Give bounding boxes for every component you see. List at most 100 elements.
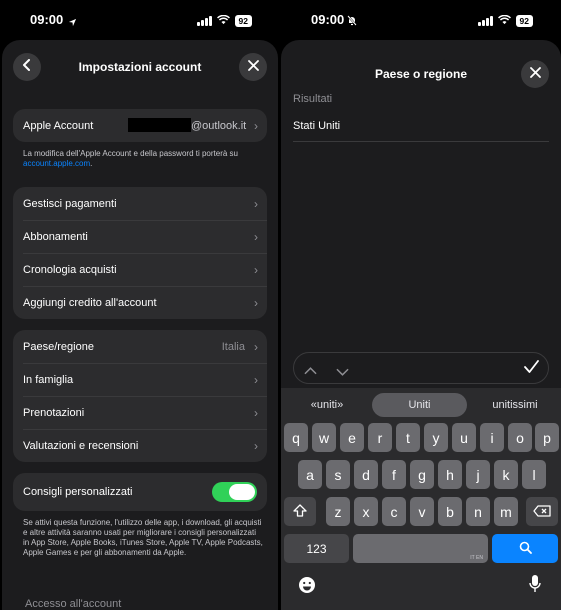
chevron-right-icon: › xyxy=(254,372,258,387)
apple-account-label: Apple Account xyxy=(23,119,94,132)
email-suffix: @outlook.it xyxy=(191,119,247,132)
key-d[interactable]: d xyxy=(354,460,378,489)
shift-icon xyxy=(293,503,307,520)
key-f[interactable]: f xyxy=(382,460,406,489)
key-v[interactable]: v xyxy=(410,497,434,526)
chevron-right-icon: › xyxy=(254,339,258,354)
key-x[interactable]: x xyxy=(354,497,378,526)
personalized-toggle[interactable] xyxy=(212,482,257,502)
key-b[interactable]: b xyxy=(438,497,462,526)
add-credit-row[interactable]: Aggiungi credito all'account › xyxy=(13,286,267,319)
suggestion-item-selected[interactable]: Uniti xyxy=(372,393,467,417)
purchase-history-row[interactable]: Cronologia acquisti › xyxy=(13,253,267,286)
key-a[interactable]: a xyxy=(298,460,322,489)
key-t[interactable]: t xyxy=(396,423,420,452)
keyboard-bottom-bar xyxy=(281,558,561,610)
key-y[interactable]: y xyxy=(424,423,448,452)
key-z[interactable]: z xyxy=(326,497,350,526)
apple-account-group: Apple Account @outlook.it › xyxy=(13,109,267,142)
delete-icon xyxy=(533,504,551,520)
suggestion-item[interactable]: «uniti» xyxy=(293,393,361,417)
key-h[interactable]: h xyxy=(438,460,462,489)
bell-slash-icon xyxy=(347,13,357,31)
account-note-text: La modifica dell'Apple Account e della p… xyxy=(23,149,238,158)
subscriptions-row[interactable]: Abbonamenti › xyxy=(13,220,267,253)
battery-indicator: 92 xyxy=(515,15,533,27)
result-item[interactable]: Stati Uniti xyxy=(293,120,549,142)
location-arrow-icon xyxy=(68,14,77,32)
reservations-row[interactable]: Prenotazioni › xyxy=(13,396,267,429)
wifi-icon xyxy=(216,12,230,30)
key-u[interactable]: u xyxy=(452,423,476,452)
country-region-screen: 09:00 92 Paese o regione Risultati Stati… xyxy=(281,0,561,610)
chevron-right-icon: › xyxy=(254,438,258,453)
personalized-note: Se attivi questa funzione, l'utilizzo de… xyxy=(23,518,263,557)
emoji-icon[interactable] xyxy=(298,576,316,599)
results-label: Risultati xyxy=(293,93,333,105)
key-w[interactable]: w xyxy=(312,423,336,452)
checkmark-icon[interactable] xyxy=(524,360,539,379)
status-time: 09:00 xyxy=(311,12,345,27)
key-l[interactable]: l xyxy=(522,460,546,489)
row-label: Cronologia acquisti xyxy=(23,263,117,276)
status-bar: 09:00 92 xyxy=(281,0,561,40)
suggestion-bar: «uniti» Uniti unitissimi xyxy=(281,393,561,417)
close-button[interactable] xyxy=(521,60,549,88)
cellular-signal-icon xyxy=(478,16,493,26)
ratings-reviews-row[interactable]: Valutazioni e recensioni › xyxy=(13,429,267,462)
cellular-signal-icon xyxy=(197,16,212,26)
key-m[interactable]: m xyxy=(494,497,518,526)
chevron-right-icon: › xyxy=(254,262,258,277)
row-label: Valutazioni e recensioni xyxy=(23,439,139,452)
delete-key[interactable] xyxy=(526,497,558,526)
country-region-row[interactable]: Paese/regione Italia › xyxy=(13,330,267,363)
account-access-header: Accesso all'account xyxy=(25,598,122,610)
chevron-down-icon[interactable] xyxy=(336,363,349,381)
account-note: La modifica dell'Apple Account e della p… xyxy=(23,149,264,169)
battery-indicator: 92 xyxy=(234,15,252,27)
key-k[interactable]: k xyxy=(494,460,518,489)
row-label: Abbonamenti xyxy=(23,230,88,243)
payments-group: Gestisci pagamenti › Abbonamenti › Crono… xyxy=(13,187,267,319)
microphone-icon[interactable] xyxy=(529,574,541,599)
chevron-right-icon: › xyxy=(254,118,258,133)
key-p[interactable]: p xyxy=(535,423,559,452)
settings-sheet: Impostazioni account Apple Account @outl… xyxy=(2,40,278,610)
region-sheet: Paese o regione Risultati Stati Uniti «u… xyxy=(281,40,561,610)
chevron-right-icon: › xyxy=(254,196,258,211)
row-label: Prenotazioni xyxy=(23,406,85,419)
family-row[interactable]: In famiglia › xyxy=(13,363,267,396)
shift-key[interactable] xyxy=(284,497,316,526)
key-i[interactable]: i xyxy=(480,423,504,452)
key-o[interactable]: o xyxy=(508,423,532,452)
status-time: 09:00 xyxy=(30,12,64,27)
status-bar: 09:00 92 xyxy=(0,0,280,40)
wifi-icon xyxy=(497,12,511,30)
manage-payments-row[interactable]: Gestisci pagamenti › xyxy=(13,187,267,220)
close-button[interactable] xyxy=(239,53,267,81)
key-g[interactable]: g xyxy=(410,460,434,489)
row-label: Consigli personalizzati xyxy=(23,486,133,498)
personalized-group: Consigli personalizzati xyxy=(13,473,267,511)
row-label: Aggiungi credito all'account xyxy=(23,296,157,309)
region-group: Paese/regione Italia › In famiglia › Pre… xyxy=(13,330,267,462)
keyboard-input-accessory xyxy=(293,352,549,384)
key-n[interactable]: n xyxy=(466,497,490,526)
chevron-right-icon: › xyxy=(254,405,258,420)
suggestion-item[interactable]: unitissimi xyxy=(481,393,549,417)
account-apple-link[interactable]: account.apple.com xyxy=(23,159,90,168)
redacted-email xyxy=(128,118,191,132)
chevron-up-icon[interactable] xyxy=(304,362,317,380)
apple-account-row[interactable]: Apple Account @outlook.it › xyxy=(13,109,267,142)
key-j[interactable]: j xyxy=(466,460,490,489)
account-note-period: . xyxy=(90,159,93,168)
account-settings-screen: 09:00 92 Impostazioni account Apple Acco… xyxy=(0,0,280,610)
key-s[interactable]: s xyxy=(326,460,350,489)
personalized-row: Consigli personalizzati xyxy=(13,473,267,511)
row-label: Paese/regione xyxy=(23,340,94,353)
key-e[interactable]: e xyxy=(340,423,364,452)
key-c[interactable]: c xyxy=(382,497,406,526)
key-q[interactable]: q xyxy=(284,423,308,452)
key-r[interactable]: r xyxy=(368,423,392,452)
page-title: Impostazioni account xyxy=(78,60,202,74)
